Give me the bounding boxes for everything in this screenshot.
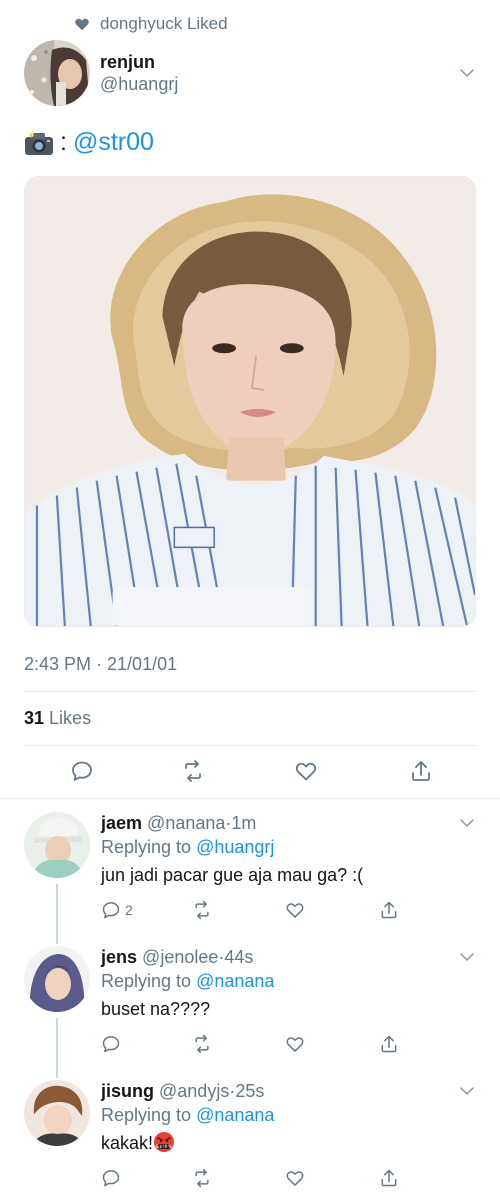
reply-icon: [101, 1168, 121, 1188]
chevron-down-icon[interactable]: [458, 814, 476, 832]
reply-tweet[interactable]: jisung @andyjs·25s Replying to @nanana k…: [0, 1080, 500, 1200]
replying-prefix: Replying to: [101, 837, 192, 857]
social-context: donghyuck Liked: [74, 14, 228, 34]
reply-count: 2: [125, 902, 133, 918]
reply-tweet[interactable]: jaem @nanana·1m Replying to @huangrj jun…: [0, 812, 500, 932]
reply-text-content: kakak!: [101, 1133, 154, 1153]
share-icon: [379, 1168, 399, 1188]
replying-to-link[interactable]: @huangrj: [196, 837, 274, 857]
reply-button[interactable]: [67, 756, 97, 786]
likes-count: 31: [24, 708, 45, 728]
reply-author-name[interactable]: jisung: [101, 1081, 154, 1101]
divider: [24, 745, 476, 746]
replying-prefix: Replying to: [101, 1105, 192, 1125]
like-button[interactable]: [285, 899, 305, 921]
tweet-text: : @str00: [24, 128, 154, 157]
replying-prefix: Replying to: [101, 971, 192, 991]
replying-to-link[interactable]: @nanana: [196, 1105, 274, 1125]
like-icon: [294, 759, 318, 783]
like-button[interactable]: [291, 756, 321, 786]
avatar[interactable]: [24, 40, 90, 106]
retweet-button[interactable]: [178, 756, 208, 786]
avatar[interactable]: [24, 1080, 90, 1146]
reply-author-name[interactable]: jaem: [101, 813, 142, 833]
share-button[interactable]: [379, 1167, 399, 1189]
svg-text:&$!#%: &$!#%: [156, 1144, 173, 1150]
like-icon: [285, 1034, 305, 1054]
reply-author-handle[interactable]: @nanana: [147, 813, 225, 833]
retweet-button[interactable]: [192, 1167, 212, 1189]
tweet-timestamp[interactable]: 2:43 PM · 21/01/01: [24, 654, 177, 675]
reply-icon: [101, 900, 121, 920]
replying-to: Replying to @nanana: [101, 969, 480, 993]
share-button[interactable]: [379, 1033, 399, 1055]
social-context-text[interactable]: donghyuck Liked: [100, 14, 228, 34]
tweet-action-bar: [0, 756, 500, 786]
share-button[interactable]: [406, 756, 436, 786]
angry-cursing-emoji: &$!#%: [153, 1131, 175, 1153]
retweet-icon: [192, 1168, 212, 1188]
replying-to: Replying to @huangrj: [101, 835, 480, 859]
reply-text: kakak! &$!#%: [101, 1131, 480, 1155]
reply-author-handle[interactable]: @andyjs: [159, 1081, 229, 1101]
heart-icon: [74, 16, 90, 32]
reply-time[interactable]: 1m: [231, 813, 256, 833]
reply-button[interactable]: [101, 1167, 121, 1189]
retweet-button[interactable]: [192, 1033, 212, 1055]
like-button[interactable]: [285, 1033, 305, 1055]
share-icon: [379, 900, 399, 920]
share-icon: [409, 759, 433, 783]
divider: [0, 798, 500, 799]
tweet-author[interactable]: renjun @huangrj: [24, 40, 178, 106]
reply-action-bar: [101, 1033, 401, 1057]
likes-label: Likes: [49, 708, 92, 728]
tweet-photo[interactable]: [24, 176, 476, 627]
reply-button[interactable]: [101, 1033, 121, 1055]
reply-button[interactable]: 2: [101, 899, 133, 921]
reply-text: buset na????: [101, 999, 211, 1019]
chevron-down-icon[interactable]: [458, 948, 476, 966]
chevron-down-icon[interactable]: [458, 64, 476, 82]
reply-author-handle[interactable]: @jenolee: [142, 947, 218, 967]
retweet-button[interactable]: [192, 899, 212, 921]
tweet-text-separator: :: [60, 128, 67, 156]
likes-stat[interactable]: 31 Likes: [24, 708, 91, 729]
retweet-icon: [192, 1034, 212, 1054]
reply-time[interactable]: 25s: [235, 1081, 264, 1101]
reply-icon: [101, 1034, 121, 1054]
reply-tweet[interactable]: jens @jenolee·44s Replying to @nanana bu…: [0, 946, 500, 1066]
share-button[interactable]: [379, 899, 399, 921]
like-icon: [285, 1168, 305, 1188]
tweet-mention-link[interactable]: @str00: [73, 128, 154, 157]
camera-flash-emoji: [24, 129, 54, 156]
divider: [24, 691, 476, 692]
like-button[interactable]: [285, 1167, 305, 1189]
replying-to-link[interactable]: @nanana: [196, 971, 274, 991]
author-name[interactable]: renjun: [100, 51, 178, 73]
retweet-icon: [181, 759, 205, 783]
reply-icon: [70, 759, 94, 783]
avatar[interactable]: [24, 812, 90, 878]
chevron-down-icon[interactable]: [458, 1082, 476, 1100]
reply-text: jun jadi pacar gue aja mau ga? :(: [101, 865, 364, 885]
author-handle[interactable]: @huangrj: [100, 73, 178, 95]
retweet-icon: [192, 900, 212, 920]
reply-action-bar: [101, 1167, 401, 1191]
share-icon: [379, 1034, 399, 1054]
avatar[interactable]: [24, 946, 90, 1012]
reply-author-name[interactable]: jens: [101, 947, 137, 967]
like-icon: [285, 900, 305, 920]
reply-time[interactable]: 44s: [224, 947, 253, 967]
replying-to: Replying to @nanana: [101, 1103, 480, 1127]
reply-action-bar: 2: [101, 899, 401, 923]
